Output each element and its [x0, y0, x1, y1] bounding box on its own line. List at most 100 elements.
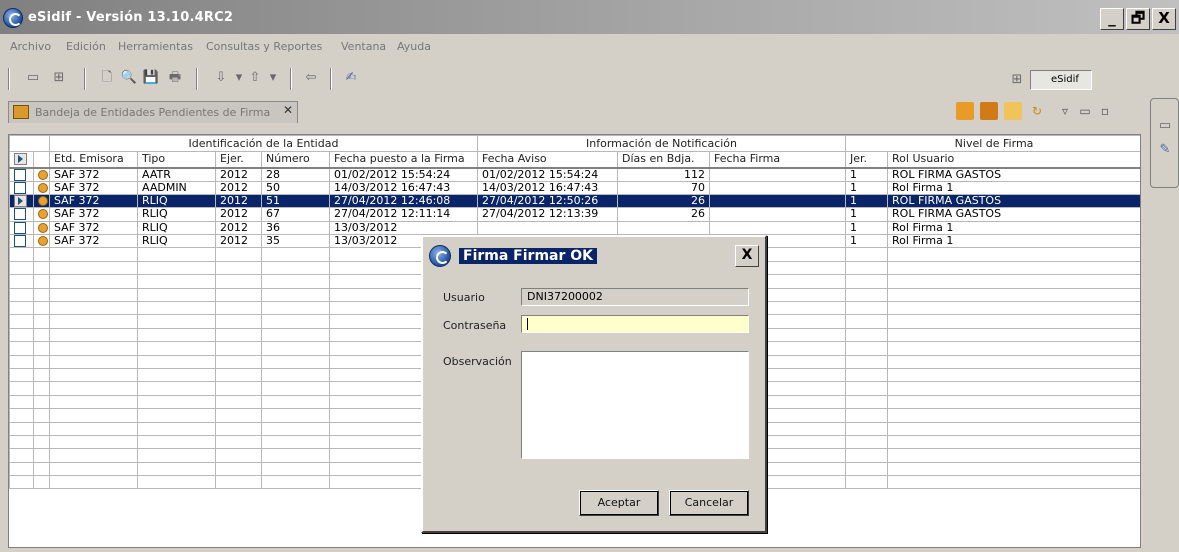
- minimize-view-icon[interactable]: ▭: [1076, 102, 1094, 120]
- empty-cell: [49, 448, 138, 463]
- print-icon[interactable]: 🖶: [166, 69, 184, 87]
- sign-dialog: Firma Firmar OK X Usuario DNI37200002 Co…: [421, 235, 767, 533]
- column-header-jer[interactable]: Jer.: [845, 151, 889, 169]
- close-button[interactable]: X: [1152, 8, 1176, 30]
- empty-cell: [49, 367, 138, 383]
- table-row[interactable]: SAF 372 RLIQ 2012 67 27/04/2012 12:11:14 27/0…: [9, 207, 1140, 222]
- row-select-cell[interactable]: [9, 207, 34, 222]
- sign-document-icon[interactable]: ✍: [342, 69, 360, 87]
- accept-button[interactable]: Aceptar: [579, 490, 659, 516]
- view-tab-bandeja[interactable]: Bandeja de Entidades Pendientes de Firma…: [8, 101, 298, 123]
- menu-herramientas[interactable]: Herramientas: [118, 40, 193, 53]
- open-perspective-icon[interactable]: ⊞: [1008, 71, 1026, 89]
- dialog-close-button[interactable]: X: [735, 245, 759, 267]
- cell-jer: 1: [845, 180, 889, 195]
- save-icon[interactable]: 💾: [142, 69, 160, 87]
- import-icon[interactable]: ⇧: [246, 69, 264, 87]
- row-select-cell[interactable]: [9, 180, 34, 195]
- select-all-header[interactable]: [9, 151, 34, 169]
- notes-icon[interactable]: ✎: [1156, 141, 1174, 159]
- restore-view-icon[interactable]: ▭: [1156, 117, 1174, 135]
- minimize-button[interactable]: _: [1100, 8, 1124, 30]
- empty-cell: [33, 274, 50, 289]
- chevron-down-icon[interactable]: ▾: [264, 69, 282, 87]
- folder-icon[interactable]: [1004, 102, 1022, 120]
- row-checkbox[interactable]: [14, 208, 26, 221]
- empty-cell: [9, 274, 34, 289]
- search-icon[interactable]: 🔍: [120, 69, 138, 87]
- row-checkbox[interactable]: [14, 168, 26, 181]
- empty-cell: [137, 394, 216, 410]
- column-header-numero[interactable]: Número: [261, 151, 330, 169]
- column-header-fecha-puesto[interactable]: Fecha puesto a la Firma: [329, 151, 478, 169]
- empty-cell: [261, 341, 330, 356]
- empty-cell: [49, 301, 138, 316]
- menu-consultas-reportes[interactable]: Consultas y Reportes: [206, 40, 322, 53]
- empty-cell: [845, 301, 889, 316]
- table-row[interactable]: SAF 372 RLIQ 2012 51 27/04/2012 12:46:08 27/0…: [9, 193, 1140, 209]
- column-header-tipo[interactable]: Tipo: [137, 151, 216, 169]
- empty-cell: [845, 475, 889, 490]
- maximize-view-icon[interactable]: ▫: [1096, 102, 1114, 120]
- cell-ejer: 2012: [215, 180, 262, 195]
- empty-cell: [137, 461, 216, 477]
- cancel-button[interactable]: Cancelar: [669, 490, 749, 516]
- refresh-icon[interactable]: ↻: [1028, 102, 1046, 120]
- column-header-row: Etd. Emisora Tipo Ejer. Número Fecha pue…: [9, 151, 1140, 169]
- row-checkbox[interactable]: [14, 235, 26, 247]
- empty-cell: [845, 408, 889, 423]
- menu-ayuda[interactable]: Ayuda: [397, 40, 431, 53]
- column-header-fecha-aviso[interactable]: Fecha Aviso: [477, 151, 618, 169]
- empty-cell: [137, 247, 216, 262]
- view-menu-icon[interactable]: ▿: [1056, 102, 1074, 120]
- empty-cell: [137, 448, 216, 463]
- column-header-dias[interactable]: Días en Bdja.: [617, 151, 710, 169]
- hierarchy-icon[interactable]: ⊞: [50, 69, 68, 87]
- observacion-textarea[interactable]: [521, 351, 749, 459]
- export-icon[interactable]: ⇩: [212, 69, 230, 87]
- menu-archivo[interactable]: Archivo: [10, 40, 51, 53]
- row-select-cell[interactable]: [9, 220, 34, 236]
- column-header-rol[interactable]: Rol Usuario: [887, 151, 1140, 169]
- row-select-cell[interactable]: [9, 167, 34, 182]
- menu-edicion[interactable]: Edición: [66, 40, 106, 53]
- row-checkbox[interactable]: [14, 222, 26, 234]
- password-field[interactable]: [521, 315, 749, 333]
- row-select-cell[interactable]: [9, 193, 34, 209]
- cell-tipo: AATR: [137, 167, 216, 182]
- column-header-emisora[interactable]: Etd. Emisora: [49, 151, 138, 169]
- empty-cell: [215, 301, 262, 316]
- empty-cell: [215, 287, 262, 303]
- app-logo-icon: [429, 245, 451, 267]
- empty-cell: [49, 274, 138, 289]
- cell-rol: Rol Firma 1: [887, 180, 1140, 195]
- empty-cell: [261, 327, 330, 343]
- back-arrow-icon[interactable]: ⇦: [302, 69, 320, 87]
- column-header-fecha-firma[interactable]: Fecha Firma: [708, 151, 847, 169]
- empty-cell: [33, 448, 50, 463]
- export-report-icon[interactable]: [980, 102, 998, 120]
- cell-jer: 1: [845, 193, 889, 209]
- empty-cell: [215, 461, 262, 477]
- menu-ventana[interactable]: Ventana: [341, 40, 386, 53]
- restore-button[interactable]: 🗗: [1126, 8, 1150, 30]
- cell-fecha-aviso: 01/02/2012 15:54:24: [477, 167, 618, 182]
- row-checkbox[interactable]: [14, 182, 26, 194]
- new-document-icon[interactable]: 🗋: [98, 69, 116, 87]
- table-row[interactable]: SAF 372 RLIQ 2012 36 13/03/2012 1 Rol Firma 1: [9, 220, 1140, 236]
- empty-cell: [137, 367, 216, 383]
- table-row[interactable]: SAF 372 AATR 2012 28 01/02/2012 15:54:24 01/0…: [9, 167, 1140, 182]
- table-row[interactable]: SAF 372 AADMIN 2012 50 14/03/2012 16:47:43 14…: [9, 180, 1140, 195]
- cell-emisora: SAF 372: [49, 207, 138, 222]
- report-icon[interactable]: [956, 102, 974, 120]
- expand-icon[interactable]: [14, 153, 27, 166]
- cell-ejer: 2012: [215, 193, 262, 209]
- close-tab-icon[interactable]: ✕: [283, 103, 293, 117]
- empty-cell: [9, 301, 34, 316]
- perspective-switcher[interactable]: eSidif: [1030, 70, 1092, 90]
- restore-view-icon[interactable]: ▭: [24, 69, 42, 87]
- text-caret: [527, 318, 528, 330]
- row-select-cell[interactable]: [9, 234, 34, 249]
- empty-cell: [845, 394, 889, 410]
- column-header-ejer[interactable]: Ejer.: [215, 151, 262, 169]
